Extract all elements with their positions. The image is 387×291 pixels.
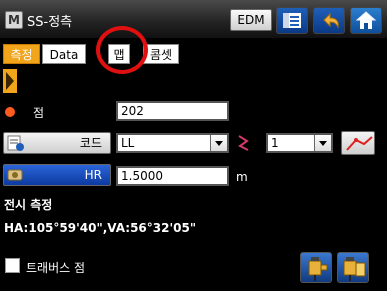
- menu-icon: [283, 13, 301, 28]
- code-button-label: 코드: [79, 136, 102, 150]
- app-title: SS-정측: [27, 15, 73, 30]
- string-number-value: 1: [271, 136, 279, 150]
- measure-record-button[interactable]: [337, 252, 369, 283]
- line-style-icon: [346, 136, 373, 151]
- tab-measure[interactable]: 측정: [3, 44, 40, 64]
- title-bar: M SS-정측 EDM: [0, 0, 387, 38]
- traverse-point-label: 트래버스 점: [26, 261, 86, 275]
- code-select[interactable]: LL: [116, 133, 229, 153]
- hr-button-label: HR: [84, 168, 102, 182]
- edm-button[interactable]: EDM: [230, 9, 272, 31]
- point-name-input[interactable]: 202: [116, 101, 229, 121]
- tab-cogo[interactable]: 콤셋: [143, 44, 179, 64]
- total-station-record-icon: [343, 257, 366, 281]
- home-icon: [355, 11, 377, 29]
- code-list-icon: [7, 135, 24, 151]
- chevron-down-icon: [319, 141, 327, 146]
- back-button[interactable]: [313, 7, 345, 34]
- total-station-icon: [308, 257, 328, 281]
- back-arrow-icon: [323, 12, 339, 29]
- chevron-right-icon: [6, 72, 14, 90]
- status-dot-icon: [5, 107, 15, 117]
- app-icon[interactable]: M: [5, 11, 23, 29]
- menu-button[interactable]: [276, 7, 308, 34]
- point-label: 점: [33, 106, 45, 120]
- traverse-point-checkbox[interactable]: [5, 258, 20, 273]
- prism-target-icon: [7, 169, 23, 181]
- line-style-button[interactable]: [341, 131, 375, 155]
- expand-panel-button[interactable]: [3, 69, 17, 93]
- chevron-down-icon: [215, 141, 223, 146]
- tab-data[interactable]: Data: [42, 44, 86, 64]
- home-button[interactable]: [350, 7, 382, 34]
- measure-distance-button[interactable]: [300, 252, 332, 283]
- hr-button[interactable]: HR: [3, 164, 111, 186]
- string-linework-icon: [238, 135, 249, 151]
- tab-bar: 측정 Data 맵 콤셋: [0, 44, 387, 66]
- code-select-value: LL: [121, 136, 135, 150]
- app-window: M SS-정측 EDM 측정 Data 맵 콤셋 점 202 코드 LL 1 H…: [0, 0, 387, 291]
- hr-unit-label: m: [236, 170, 248, 184]
- string-number-select[interactable]: 1: [266, 133, 333, 153]
- code-dropdown-button[interactable]: [210, 135, 227, 151]
- measure-mode-label: 전시 측정: [4, 198, 53, 212]
- string-dropdown-button[interactable]: [314, 135, 331, 151]
- highlight-circle-annotation: [96, 26, 148, 74]
- code-button[interactable]: 코드: [3, 132, 111, 154]
- angle-readout: HA:105°59'40",VA:56°32'05": [4, 221, 197, 235]
- target-height-input[interactable]: 1.5000: [116, 166, 229, 186]
